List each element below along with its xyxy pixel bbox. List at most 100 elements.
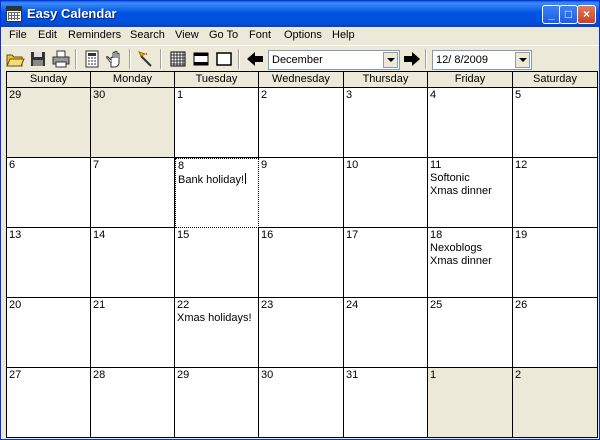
maximize-button[interactable]: □ (559, 5, 578, 24)
title-bar[interactable]: Easy Calendar _ □ × (1, 1, 599, 27)
event-text[interactable]: Softonic (430, 172, 470, 184)
day-number: 30 (93, 89, 106, 101)
open-folder-icon[interactable] (5, 49, 25, 69)
day-cell[interactable]: 1 (428, 368, 513, 437)
day-cell[interactable]: 29 (7, 88, 91, 158)
day-cell[interactable]: 4 (428, 88, 513, 158)
calculator-icon[interactable] (82, 49, 102, 69)
weekday-label: Thursday (344, 72, 428, 87)
day-cell[interactable]: 2 (513, 368, 597, 437)
day-number: 15 (177, 229, 190, 241)
day-number: 8 (178, 160, 185, 172)
month-view-icon[interactable] (168, 49, 188, 69)
month-grid: Sunday Monday Tuesday Wednesday Thursday Frid… (6, 71, 598, 438)
day-cell[interactable]: 28 (91, 368, 175, 437)
day-number: 4 (430, 89, 437, 101)
day-cell[interactable]: 31 (344, 368, 428, 437)
day-cell[interactable]: 30 (91, 88, 175, 158)
save-icon[interactable] (28, 49, 48, 69)
menu-reminders[interactable]: Reminders (68, 29, 121, 41)
day-cell[interactable]: 21 (91, 298, 175, 368)
menu-file[interactable]: File (9, 29, 27, 41)
day-number: 12 (515, 159, 528, 171)
menu-go-to[interactable]: Go To (209, 29, 238, 41)
day-cell[interactable]: 23 (259, 298, 344, 368)
day-cell[interactable]: 25 (428, 298, 513, 368)
day-cell[interactable]: 10 (344, 158, 428, 228)
day-number: 7 (93, 159, 100, 171)
weekday-label: Monday (91, 72, 175, 87)
day-cell[interactable]: 16 (259, 228, 344, 298)
month-select[interactable]: December (268, 50, 400, 70)
day-cell[interactable]: 3 (344, 88, 428, 158)
prev-arrow-icon[interactable] (245, 49, 265, 69)
day-cell[interactable]: 8 Bank holiday! (175, 158, 259, 228)
day-number: 19 (515, 229, 528, 241)
day-number: 16 (261, 229, 274, 241)
calendar-app-icon (6, 6, 22, 22)
menu-help[interactable]: Help (332, 29, 355, 41)
date-field[interactable]: 12/ 8/2009 (432, 50, 532, 70)
day-number: 1 (430, 369, 437, 381)
next-arrow-icon[interactable] (402, 49, 422, 69)
day-cell[interactable]: 20 (7, 298, 91, 368)
day-cell[interactable]: 26 (513, 298, 597, 368)
day-cell[interactable]: 9 (259, 158, 344, 228)
event-text[interactable]: Xmas holidays! (177, 312, 252, 324)
menu-font[interactable]: Font (249, 29, 271, 41)
chevron-down-icon[interactable] (383, 52, 398, 68)
day-cell[interactable]: 17 (344, 228, 428, 298)
day-cell[interactable]: 27 (7, 368, 91, 437)
day-cell[interactable]: 22 Xmas holidays! (175, 298, 259, 368)
day-number: 14 (93, 229, 106, 241)
day-cell[interactable]: 14 (91, 228, 175, 298)
day-view-icon[interactable] (214, 49, 234, 69)
menu-options[interactable]: Options (284, 29, 322, 41)
day-number: 27 (9, 369, 22, 381)
day-number: 17 (346, 229, 359, 241)
toolbar-separator (75, 49, 77, 69)
day-number: 6 (9, 159, 16, 171)
day-cell[interactable]: 5 (513, 88, 597, 158)
day-cell[interactable]: 13 (7, 228, 91, 298)
day-cell[interactable]: 15 (175, 228, 259, 298)
day-number: 21 (93, 299, 106, 311)
weekday-header: Sunday Monday Tuesday Wednesday Thursday Frid… (7, 72, 597, 88)
magic-wand-icon[interactable] (136, 49, 156, 69)
day-cell[interactable]: 19 (513, 228, 597, 298)
hand-icon[interactable] (105, 49, 125, 69)
event-text[interactable]: Xmas dinner (430, 185, 492, 197)
event-text[interactable]: Bank holiday! (178, 174, 244, 186)
day-cell[interactable]: 24 (344, 298, 428, 368)
menu-view[interactable]: View (175, 29, 199, 41)
day-cell[interactable]: 29 (175, 368, 259, 437)
chevron-down-icon[interactable] (515, 52, 530, 68)
day-cell[interactable]: 12 (513, 158, 597, 228)
app-window: Easy Calendar _ □ × File Edit Reminders … (0, 0, 600, 440)
text-caret (245, 173, 247, 184)
day-number: 1 (177, 89, 184, 101)
day-number: 11 (430, 159, 442, 171)
day-number: 9 (261, 159, 268, 171)
day-number: 3 (346, 89, 353, 101)
date-field-value: 12/ 8/2009 (436, 54, 488, 66)
day-cell[interactable]: 30 (259, 368, 344, 437)
day-cell[interactable]: 1 (175, 88, 259, 158)
day-cell[interactable]: 2 (259, 88, 344, 158)
event-list: Xmas holidays! (177, 312, 252, 325)
menu-search[interactable]: Search (130, 29, 165, 41)
event-text[interactable]: Nexoblogs (430, 242, 482, 254)
day-cell[interactable]: 18 Nexoblogs Xmas dinner (428, 228, 513, 298)
week-view-icon[interactable] (191, 49, 211, 69)
window-title: Easy Calendar (27, 6, 117, 21)
day-number: 10 (346, 159, 359, 171)
day-cell[interactable]: 6 (7, 158, 91, 228)
day-cell[interactable]: 11 Softonic Xmas dinner (428, 158, 513, 228)
day-number: 24 (346, 299, 359, 311)
menu-edit[interactable]: Edit (38, 29, 57, 41)
day-cell[interactable]: 7 (91, 158, 175, 228)
event-text[interactable]: Xmas dinner (430, 255, 492, 267)
close-button[interactable]: × (577, 5, 596, 24)
month-select-value: December (272, 54, 323, 66)
print-icon[interactable] (51, 49, 71, 69)
